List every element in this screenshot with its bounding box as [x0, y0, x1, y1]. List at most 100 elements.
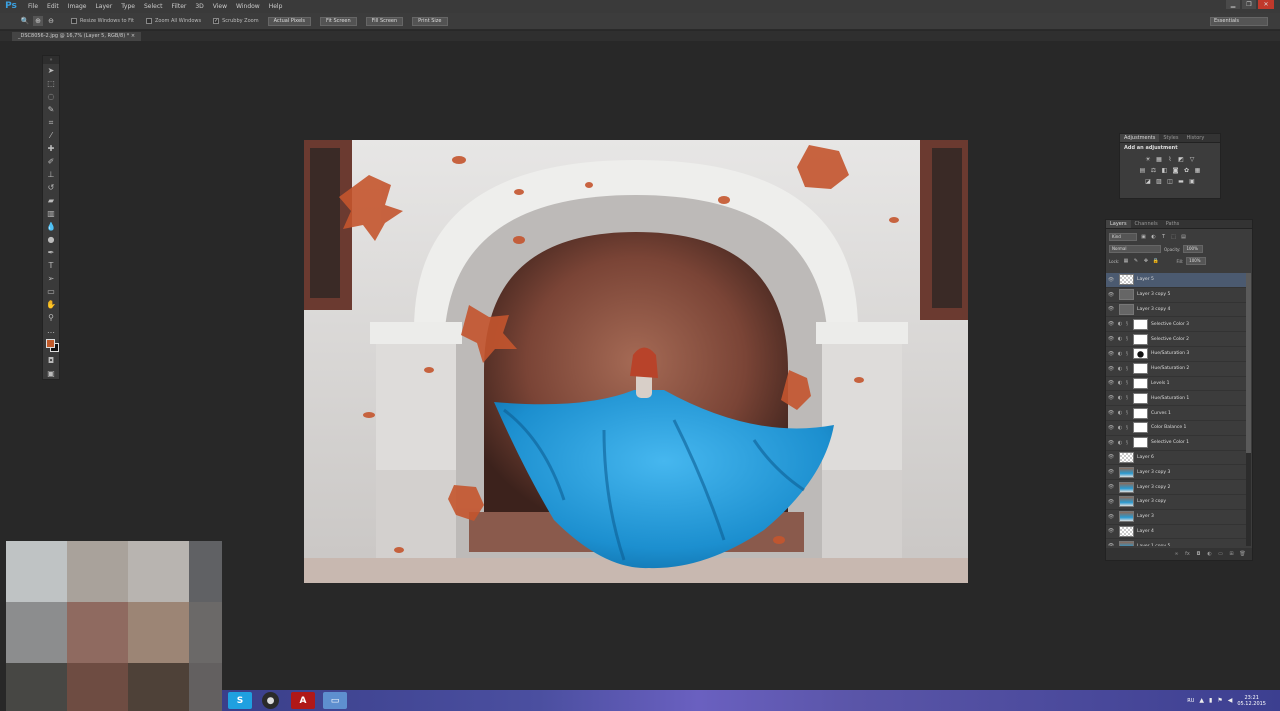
black-white-icon[interactable]: ◧: [1161, 167, 1169, 175]
type-tool-icon[interactable]: T: [43, 259, 59, 272]
language-indicator[interactable]: RU: [1187, 698, 1194, 704]
flag-icon[interactable]: ⚑: [1217, 697, 1222, 704]
move-tool-icon[interactable]: ➤: [43, 64, 59, 77]
layer-thumbnail[interactable]: [1133, 422, 1148, 434]
marquee-tool-icon[interactable]: ⬚: [43, 77, 59, 90]
menu-3d[interactable]: 3D: [195, 3, 203, 10]
blur-tool-icon[interactable]: 💧: [43, 220, 59, 233]
layer-name[interactable]: Color Balance 1: [1151, 425, 1186, 430]
zoom-tool-icon[interactable]: 🔍: [20, 16, 30, 26]
layer-name[interactable]: Selective Color 2: [1151, 337, 1189, 342]
levels-icon[interactable]: ▦: [1155, 156, 1163, 164]
layer-row[interactable]: 👁 Layer 3 copy: [1106, 495, 1246, 510]
visibility-eye-icon[interactable]: 👁: [1106, 425, 1116, 431]
layer-name[interactable]: Hue/Saturation 1: [1151, 396, 1189, 401]
layer-row[interactable]: 👁 ◐ § Selective Color 2: [1106, 332, 1246, 347]
layer-row[interactable]: 👁 ◐ § Hue/Saturation 3: [1106, 347, 1246, 362]
layer-thumbnail[interactable]: [1119, 303, 1134, 315]
layer-name[interactable]: Layer 3 copy 3: [1137, 470, 1170, 475]
scrollbar-thumb[interactable]: [1246, 273, 1251, 453]
network-icon[interactable]: ▮: [1209, 697, 1212, 704]
menu-image[interactable]: Image: [68, 3, 87, 10]
layer-row[interactable]: 👁 Layer 3 copy 3: [1106, 465, 1246, 481]
zoom-out-icon[interactable]: ⊖: [46, 16, 56, 26]
filter-type-icon[interactable]: T: [1160, 234, 1167, 241]
dodge-tool-icon[interactable]: ●: [43, 233, 59, 246]
layer-thumbnail[interactable]: [1119, 466, 1134, 478]
opacity-input[interactable]: 100%: [1183, 245, 1204, 253]
layer-name[interactable]: Layer 3 copy: [1137, 499, 1166, 504]
blend-mode-select[interactable]: Normal: [1109, 245, 1161, 253]
visibility-eye-icon[interactable]: 👁: [1106, 292, 1116, 298]
visibility-eye-icon[interactable]: 👁: [1106, 528, 1116, 534]
filter-adjustment-icon[interactable]: ◐: [1150, 234, 1157, 241]
mask-link-icon[interactable]: §: [1124, 395, 1130, 401]
lasso-tool-icon[interactable]: ◌: [43, 90, 59, 103]
new-layer-icon[interactable]: ⊞: [1228, 551, 1235, 558]
visibility-eye-icon[interactable]: 👁: [1106, 336, 1116, 342]
document-tab[interactable]: _DSC8056-2.jpg @ 16,7% (Layer 5, RGB/8) …: [12, 32, 142, 41]
volume-icon[interactable]: ◀: [1228, 697, 1233, 704]
visibility-eye-icon[interactable]: 👁: [1106, 306, 1116, 312]
workspace-dropdown[interactable]: Essentials: [1210, 17, 1268, 26]
link-layers-icon[interactable]: ∞: [1173, 551, 1180, 558]
layer-name[interactable]: Layer 1 copy 5: [1137, 544, 1170, 546]
layer-thumbnail[interactable]: [1133, 363, 1148, 375]
layers-scrollbar[interactable]: [1246, 273, 1251, 546]
tab-adjustments[interactable]: Adjustments: [1120, 134, 1160, 142]
mask-link-icon[interactable]: §: [1124, 425, 1130, 431]
delete-layer-icon[interactable]: 🗑: [1239, 551, 1246, 558]
brush-tool-icon[interactable]: ✐: [43, 155, 59, 168]
layer-thumbnail[interactable]: [1119, 289, 1134, 301]
lock-transparency-icon[interactable]: ▦: [1122, 258, 1129, 265]
layer-thumbnail[interactable]: [1133, 333, 1148, 345]
tab-channels[interactable]: Channels: [1131, 220, 1162, 228]
path-select-tool-icon[interactable]: ➢: [43, 272, 59, 285]
visibility-eye-icon[interactable]: 👁: [1106, 351, 1116, 357]
layer-thumbnail[interactable]: [1119, 481, 1134, 493]
layer-name[interactable]: Layer 5: [1137, 277, 1154, 282]
layer-row[interactable]: 👁 Layer 4: [1106, 525, 1246, 540]
gradient-tool-icon[interactable]: ▥: [43, 207, 59, 220]
layer-thumbnail[interactable]: [1133, 437, 1148, 449]
mask-link-icon[interactable]: §: [1124, 380, 1130, 386]
screen-mode-icon[interactable]: ▣: [43, 367, 59, 380]
mask-link-icon[interactable]: §: [1124, 336, 1130, 342]
print-size-button[interactable]: Print Size: [412, 16, 448, 26]
visibility-eye-icon[interactable]: 👁: [1106, 484, 1116, 490]
visibility-eye-icon[interactable]: 👁: [1106, 366, 1116, 372]
layer-row[interactable]: 👁 ◐ § Hue/Saturation 2: [1106, 362, 1246, 377]
eraser-tool-icon[interactable]: ▰: [43, 194, 59, 207]
posterize-icon[interactable]: ▨: [1155, 178, 1163, 186]
foreground-color-swatch[interactable]: [46, 339, 55, 348]
menu-help[interactable]: Help: [269, 3, 283, 10]
color-balance-icon[interactable]: ⚖: [1150, 167, 1158, 175]
layer-thumbnail[interactable]: [1119, 496, 1134, 508]
visibility-eye-icon[interactable]: 👁: [1106, 410, 1116, 416]
layer-name[interactable]: Layer 4: [1137, 529, 1154, 534]
zoom-all-checkbox[interactable]: Zoom All Windows: [146, 18, 201, 24]
layer-name[interactable]: Layer 3 copy 2: [1137, 485, 1170, 490]
layer-row[interactable]: 👁 ◐ § Levels 1: [1106, 377, 1246, 392]
layer-name[interactable]: Selective Color 3: [1151, 322, 1189, 327]
threshold-icon[interactable]: ◫: [1166, 178, 1174, 186]
pen-tool-icon[interactable]: ✒: [43, 246, 59, 259]
minimize-button[interactable]: ▁: [1226, 0, 1240, 9]
zoom-tool-icon[interactable]: ⚲: [43, 311, 59, 324]
visibility-eye-icon[interactable]: 👁: [1106, 321, 1116, 327]
brightness-icon[interactable]: ☀: [1144, 156, 1152, 164]
layer-row[interactable]: 👁 Layer 3: [1106, 510, 1246, 525]
layer-thumbnail[interactable]: [1133, 407, 1148, 419]
layer-row[interactable]: 👁 Layer 3 copy 4: [1106, 303, 1246, 318]
visibility-eye-icon[interactable]: 👁: [1106, 543, 1116, 546]
resize-windows-checkbox[interactable]: Resize Windows to Fit: [71, 18, 134, 24]
lock-pixels-icon[interactable]: ✎: [1132, 258, 1139, 265]
curves-icon[interactable]: ⌇: [1166, 156, 1174, 164]
more-tools-icon[interactable]: …: [43, 324, 59, 337]
scrubby-zoom-checkbox[interactable]: ✓ Scrubby Zoom: [213, 18, 259, 24]
clock[interactable]: 23:21 05.12.2015: [1237, 695, 1266, 707]
menu-window[interactable]: Window: [236, 3, 260, 10]
filter-shape-icon[interactable]: ⬚: [1170, 234, 1177, 241]
lock-all-icon[interactable]: 🔒: [1152, 258, 1159, 265]
menu-file[interactable]: File: [28, 3, 38, 10]
